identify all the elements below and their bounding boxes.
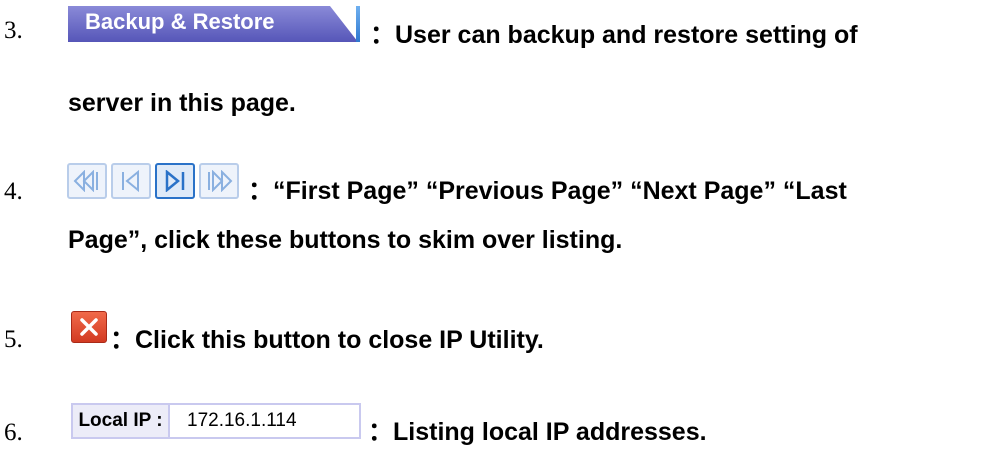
backup-restore-label: Backup & Restore (85, 9, 275, 34)
item-number-3: 3. (4, 17, 23, 44)
item-number-5: 5. (4, 326, 23, 353)
previous-page-button[interactable] (111, 163, 151, 199)
item3-desc-line1: ：User can backup and restore setting of (370, 21, 858, 49)
item3-desc-line2: server in this page. (68, 89, 296, 117)
item-number-4: 4. (4, 178, 23, 205)
local-ip-value: 172.16.1.114 (187, 410, 297, 431)
item-number-6: 6. (4, 419, 23, 446)
last-page-icon (208, 170, 233, 192)
backup-restore-button[interactable]: Backup & Restore (68, 6, 358, 42)
local-ip-field: Local IP : 172.16.1.114 (71, 403, 361, 439)
backup-restore-edge (356, 6, 360, 42)
first-page-icon (73, 170, 98, 192)
item4-desc-line1: ：“First Page” “Previous Page” “Next Page… (248, 177, 847, 205)
item4-desc-line2: Page”, click these buttons to skim over … (68, 226, 623, 254)
close-icon (80, 318, 98, 336)
local-ip-label: Local IP : (73, 405, 170, 437)
previous-page-icon (122, 170, 139, 192)
close-button[interactable] (71, 311, 107, 343)
last-page-button[interactable] (199, 163, 239, 199)
next-page-button[interactable] (155, 163, 195, 199)
item6-desc-line1: ：Listing local IP addresses. (368, 418, 707, 446)
item5-desc-line1: ：Click this button to close IP Utility. (110, 326, 544, 354)
next-page-icon (165, 170, 185, 192)
first-page-button[interactable] (67, 163, 107, 199)
